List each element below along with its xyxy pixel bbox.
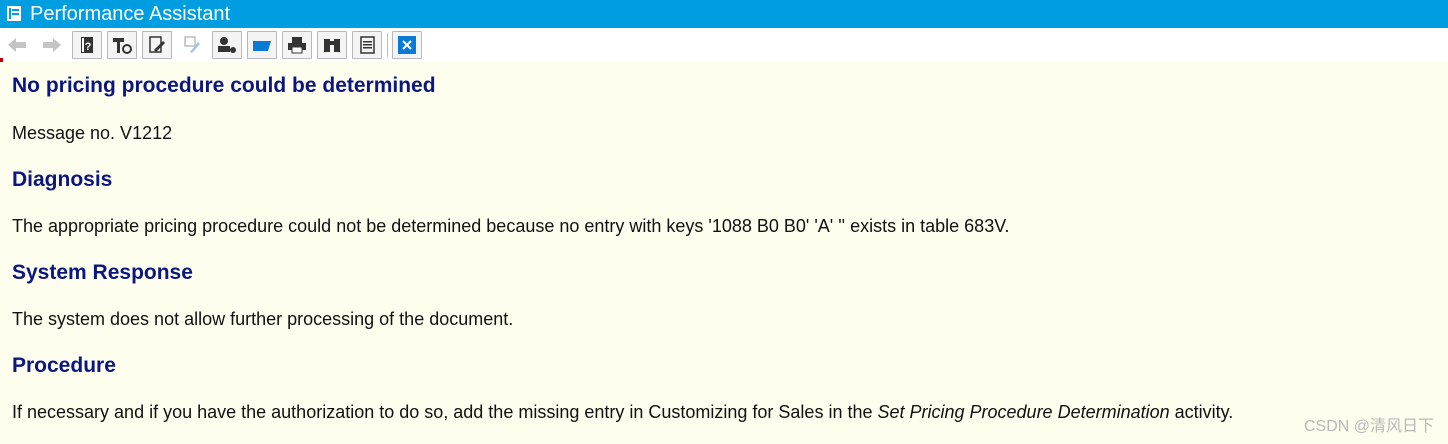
window-title: Performance Assistant	[30, 3, 231, 25]
toolbar: ?	[0, 28, 1448, 62]
diagnosis-heading: Diagnosis	[12, 168, 113, 191]
print-button[interactable]	[282, 31, 312, 59]
title-bar: Performance Assistant	[0, 0, 1448, 28]
binoculars-icon	[324, 39, 340, 52]
toolbar-separator	[387, 33, 388, 57]
procedure-text-before: If necessary and if you have the authori…	[12, 402, 878, 422]
procedure-text: If necessary and if you have the authori…	[12, 402, 1233, 423]
close-icon	[398, 36, 416, 54]
user-settings-button[interactable]	[212, 31, 242, 59]
technical-info-button[interactable]	[107, 31, 137, 59]
document-icon	[360, 36, 375, 54]
highlight-button[interactable]	[177, 31, 207, 59]
help-button[interactable]: ?	[72, 31, 102, 59]
arrow-right-icon	[43, 38, 61, 52]
message-title: No pricing procedure could be determined	[12, 74, 436, 97]
arrow-left-icon	[8, 38, 26, 52]
printer-icon	[288, 37, 306, 54]
system-response-heading: System Response	[12, 261, 193, 284]
close-button[interactable]	[392, 31, 422, 59]
watermark: CSDN @清风日下	[1303, 418, 1434, 435]
procedure-text-after: activity.	[1169, 402, 1234, 422]
forward-button[interactable]	[37, 31, 67, 59]
bookmark-button[interactable]	[247, 31, 277, 59]
diagnosis-text: The appropriate pricing procedure could …	[12, 216, 1010, 236]
find-button[interactable]	[317, 31, 347, 59]
marker-icon	[184, 36, 200, 53]
edit-button[interactable]	[142, 31, 172, 59]
system-response-text: The system does not allow further proces…	[12, 309, 514, 329]
customizing-activity-link[interactable]: Set Pricing Procedure Determination	[877, 402, 1169, 422]
window-app-icon	[3, 3, 27, 25]
back-button[interactable]	[2, 31, 32, 59]
user-key-icon	[218, 37, 236, 53]
svg-text:?: ?	[85, 41, 92, 53]
tools-icon	[113, 38, 132, 54]
pencil-doc-icon	[149, 36, 165, 53]
message-number: Message no. V1212	[12, 123, 173, 143]
procedure-heading: Procedure	[12, 354, 116, 377]
document-button[interactable]	[352, 31, 382, 59]
help-book-icon: ?	[81, 37, 93, 53]
bookmark-icon	[253, 41, 271, 51]
focus-marker	[0, 58, 3, 62]
